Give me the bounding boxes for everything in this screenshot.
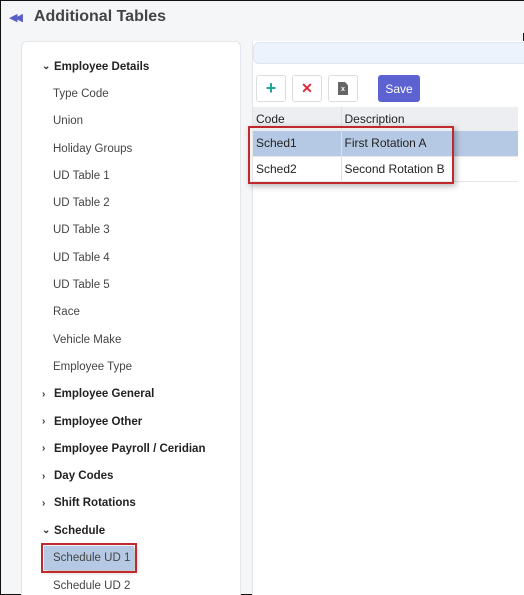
nav-tree: ⌄ Employee Details Type Code Union Holida… [22,42,240,595]
nav-item-race[interactable]: Race [22,299,240,326]
column-header-code[interactable]: Code [253,107,342,131]
nav-item-schedule-ud-1[interactable]: Schedule UD 1 [41,543,137,574]
chevron-down-icon: ⌄ [42,525,51,537]
add-button[interactable]: + [256,75,286,102]
nav-item-ud-table-4[interactable]: UD Table 4 [22,244,240,271]
nav-item-ud-table-1[interactable]: UD Table 1 [22,162,240,189]
nav-item-holiday-groups[interactable]: Holiday Groups [22,135,240,162]
cell-code[interactable]: Sched1 [253,131,342,157]
nav-group-day-codes[interactable]: › Day Codes [22,462,240,489]
nav-item-ud-table-2[interactable]: UD Table 2 [22,189,240,216]
chevron-right-icon: › [42,470,46,482]
cell-description[interactable]: Second Rotation B [341,156,518,182]
info-banner [253,42,524,64]
delete-button[interactable]: ✕ [292,75,322,102]
save-button[interactable]: Save [378,75,420,102]
main-panel: + ✕ x Save Code Description Sched1 First… [248,41,524,595]
close-icon: ✕ [301,80,313,96]
double-chevron-left-icon[interactable]: ◀◀ [9,11,23,24]
chevron-down-icon: ⌄ [42,61,51,73]
table-row[interactable]: Sched1 First Rotation A [253,131,518,157]
chevron-right-icon: › [42,388,46,400]
nav-item-vehicle-make[interactable]: Vehicle Make [22,326,240,353]
nav-group-employee-other[interactable]: › Employee Other [22,408,240,435]
sidebar: ⌄ Employee Details Type Code Union Holida… [21,41,241,595]
chevron-right-icon: › [42,416,46,427]
nav-group-shift-rotations[interactable]: › Shift Rotations [22,490,240,517]
nav-item-ud-table-5[interactable]: UD Table 5 [22,271,240,298]
nav-item-union[interactable]: Union [22,108,240,135]
chevron-right-icon: › [42,497,46,509]
page-title: Additional Tables [33,8,167,25]
nav-item-ud-table-3[interactable]: UD Table 3 [22,217,240,244]
nav-item-schedule-ud-2[interactable]: Schedule UD 2 [22,572,240,595]
column-header-description[interactable]: Description [341,107,518,131]
plus-icon: + [265,78,277,98]
toolbar: + ✕ x Save [256,75,420,102]
nav-item-employee-type[interactable]: Employee Type [22,353,240,380]
nav-item-type-code[interactable]: Type Code [22,80,240,107]
chevron-right-icon: › [42,443,46,455]
table-row[interactable]: Sched2 Second Rotation B [253,156,518,182]
nav-group-employee-payroll[interactable]: › Employee Payroll / Ceridian [22,435,240,462]
cell-code[interactable]: Sched2 [253,156,342,182]
cell-description[interactable]: First Rotation A [341,131,518,157]
excel-file-icon: x [338,82,348,95]
export-excel-button[interactable]: x [328,75,358,102]
nav-group-schedule[interactable]: ⌄ Schedule [22,517,240,544]
nav-group-employee-general[interactable]: › Employee General [22,381,240,408]
page-header: ◀◀ Additional Tables [1,1,524,33]
data-grid: Code Description Sched1 First Rotation A… [253,107,518,182]
grid-header-row: Code Description [253,107,518,131]
nav-group-employee-details[interactable]: ⌄ Employee Details [22,53,240,80]
